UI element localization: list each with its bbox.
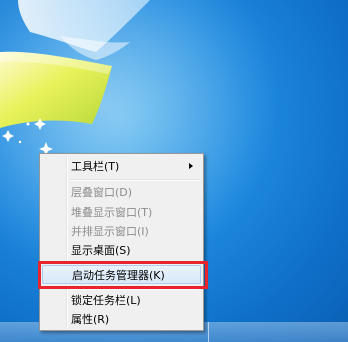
menu-separator	[70, 179, 199, 181]
menu-item-cascade-windows[interactable]: 层叠窗口(D)	[42, 183, 201, 202]
annotation-highlight-box	[38, 261, 208, 289]
menu-item-label: 工具栏(T)	[71, 160, 120, 173]
taskbar-divider	[208, 322, 209, 342]
submenu-arrow-icon	[189, 163, 193, 169]
menu-item-label: 属性(R)	[71, 313, 110, 326]
menu-item-lock-taskbar[interactable]: 锁定任务栏(L)	[42, 291, 201, 310]
menu-item-toolbars[interactable]: 工具栏(T)	[42, 157, 201, 176]
menu-item-label: 堆叠显示窗口(T)	[71, 206, 153, 219]
menu-item-show-windows-side-by-side[interactable]: 并排显示窗口(I)	[42, 222, 201, 241]
menu-item-show-desktop[interactable]: 显示桌面(S)	[42, 241, 201, 260]
menu-item-label: 并排显示窗口(I)	[71, 225, 149, 238]
menu-item-label: 锁定任务栏(L)	[71, 294, 141, 307]
menu-item-properties[interactable]: 属性(R)	[42, 310, 201, 329]
menu-item-label: 显示桌面(S)	[71, 244, 131, 257]
taskbar-context-menu: 工具栏(T) 层叠窗口(D) 堆叠显示窗口(T) 并排显示窗口(I) 显示桌面(…	[39, 153, 204, 331]
menu-item-label: 层叠窗口(D)	[71, 186, 133, 199]
menu-item-show-windows-stacked[interactable]: 堆叠显示窗口(T)	[42, 203, 201, 222]
